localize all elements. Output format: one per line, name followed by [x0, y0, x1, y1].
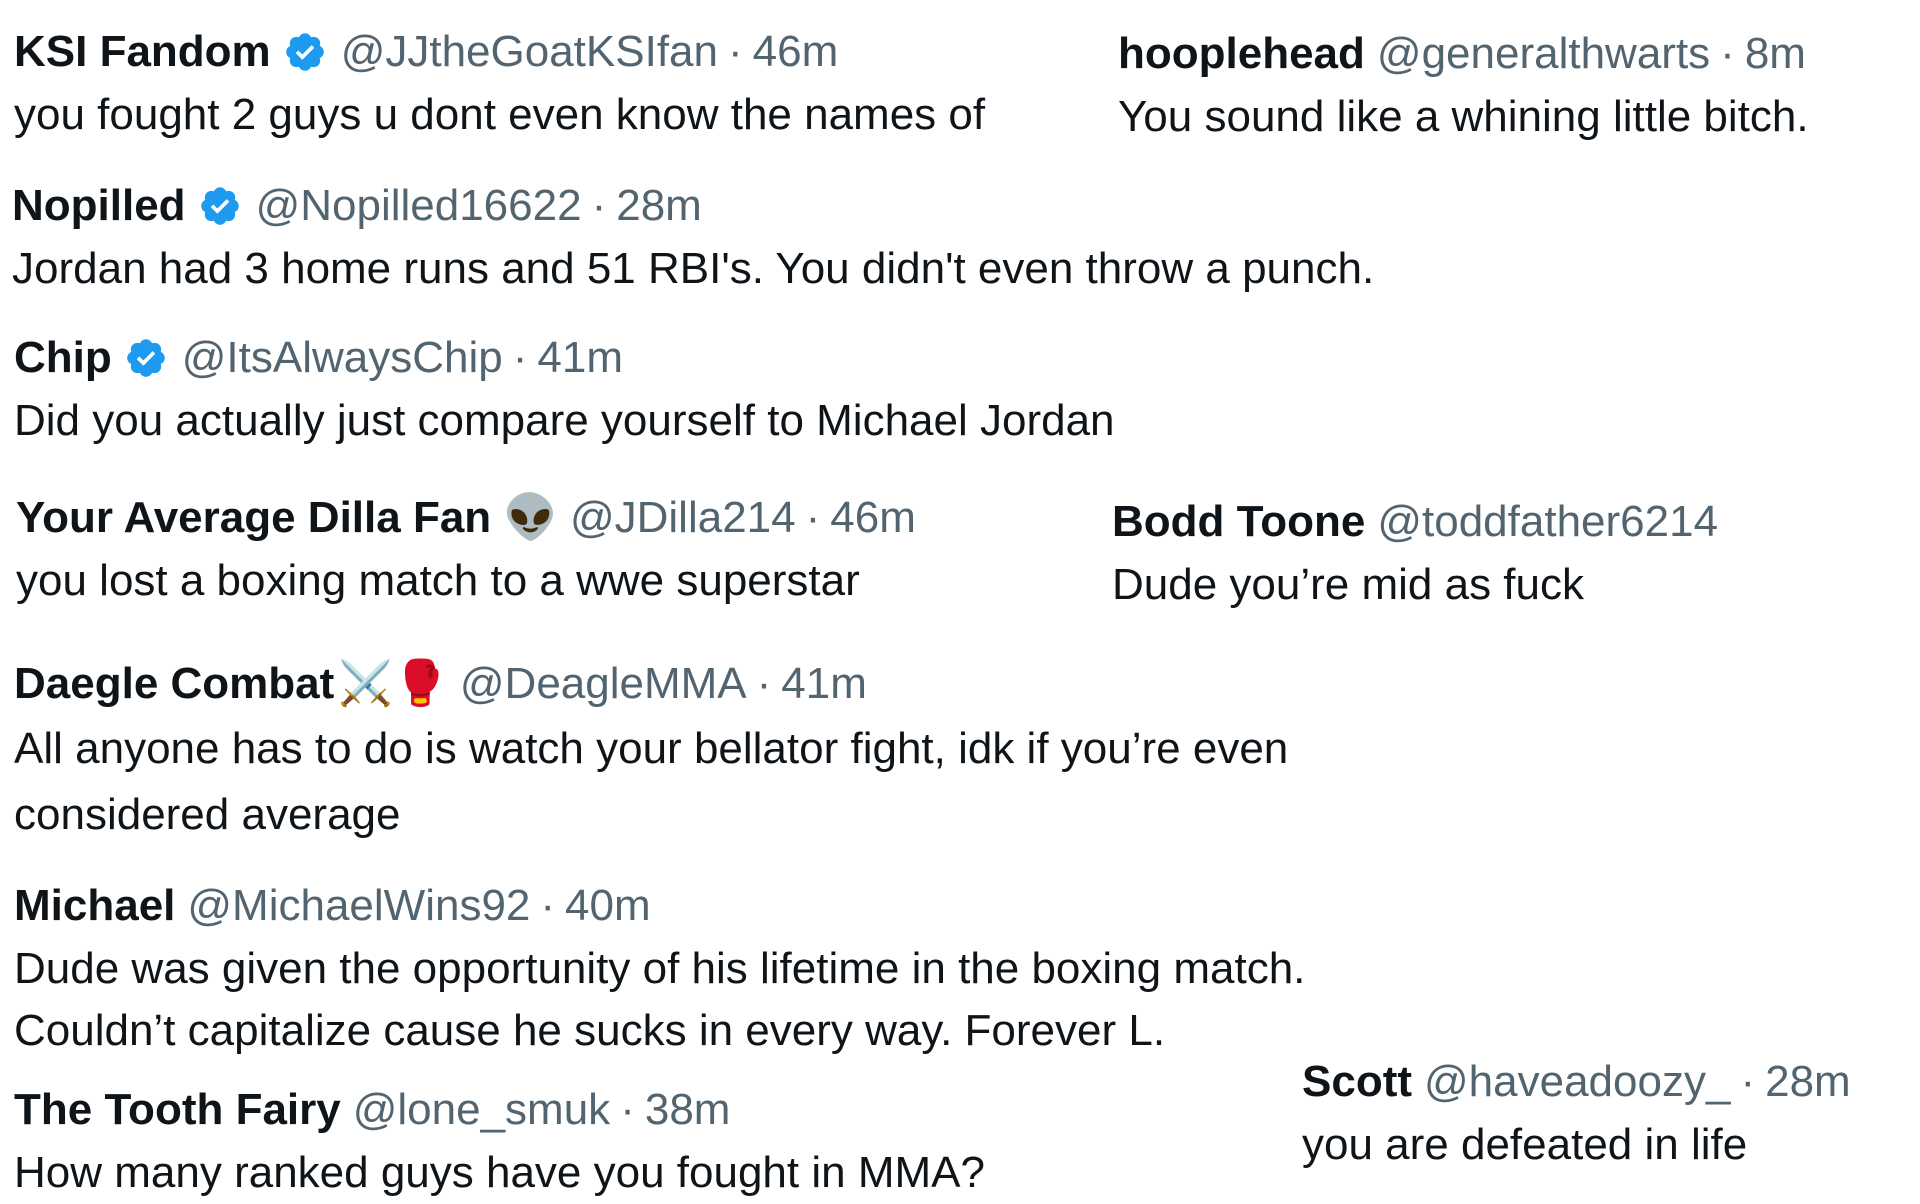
reply-text: Jordan had 3 home runs and 51 RBI's. You… — [12, 238, 1374, 300]
reply-item[interactable]: Daegle Combat ⚔️🥊 @DeagleMMA · 41m All a… — [14, 656, 1288, 848]
timestamp[interactable]: 46m — [830, 490, 916, 546]
reply-text: Dude was given the opportunity of his li… — [14, 938, 1305, 1062]
handle[interactable]: @JJtheGoatKSIfan — [341, 24, 718, 80]
timestamp[interactable]: 38m — [645, 1082, 731, 1138]
reply-header: Scott @haveadoozy_ · 28m — [1302, 1054, 1851, 1110]
reply-text-line: Dude you’re mid as fuck — [1112, 560, 1584, 609]
separator-dot: · — [1740, 1057, 1756, 1106]
reply-item[interactable]: Nopilled @Nopilled16622 · 28m Jordan had… — [12, 178, 1374, 300]
reply-header: Your Average Dilla Fan 👽 @JDilla214 · 46… — [16, 490, 916, 546]
separator-dot: · — [756, 659, 772, 708]
reply-text-line: considered average — [14, 790, 401, 839]
handle[interactable]: @MichaelWins92 — [187, 878, 530, 934]
display-name[interactable]: Michael — [14, 878, 175, 934]
reply-item[interactable]: Scott @haveadoozy_ · 28m you are defeate… — [1302, 1054, 1851, 1176]
handle[interactable]: @DeagleMMA — [460, 656, 747, 712]
timestamp[interactable]: 41m — [781, 656, 867, 712]
separator-dot: · — [540, 881, 556, 930]
reply-text-line: you are defeated in life — [1302, 1120, 1748, 1169]
handle[interactable]: @JDilla214 — [570, 490, 796, 546]
reply-item[interactable]: Bodd Toone @toddfather6214 Dude you’re m… — [1112, 494, 1718, 616]
reply-text-line: All anyone has to do is watch your bella… — [14, 724, 1289, 773]
separator-dot: · — [620, 1085, 635, 1134]
alien-emoji-icon: 👽 — [503, 493, 558, 542]
swords-boxing-glove-emoji-icon: ⚔️🥊 — [338, 659, 448, 708]
handle[interactable]: @Nopilled16622 — [256, 178, 582, 234]
separator-dot: · — [728, 27, 743, 76]
reply-text: you fought 2 guys u dont even know the n… — [14, 84, 985, 146]
reply-item[interactable]: Chip @ItsAlwaysChip · 41m Did you actual… — [14, 330, 1115, 452]
display-name[interactable]: Nopilled — [12, 178, 186, 234]
reply-text: All anyone has to do is watch your bella… — [14, 716, 1288, 848]
reply-text: you are defeated in life — [1302, 1114, 1851, 1176]
timestamp[interactable]: 8m — [1745, 26, 1806, 82]
reply-item[interactable]: Michael @MichaelWins92 · 40m Dude was gi… — [14, 878, 1305, 1062]
reply-text: you lost a boxing match to a wwe superst… — [16, 550, 916, 612]
display-name[interactable]: Scott — [1302, 1054, 1412, 1110]
reply-header: hooplehead @generalthwarts · 8m — [1118, 26, 1809, 82]
separator-dot: · — [805, 493, 821, 542]
reply-text: Did you actually just compare yourself t… — [14, 390, 1115, 452]
reply-item[interactable]: hooplehead @generalthwarts · 8m You soun… — [1118, 26, 1809, 148]
timestamp[interactable]: 28m — [1765, 1054, 1851, 1110]
timestamp[interactable]: 41m — [537, 330, 623, 386]
reply-item[interactable]: KSI Fandom @JJtheGoatKSIfan · 46m you fo… — [14, 24, 985, 146]
separator-dot: · — [591, 181, 607, 230]
timestamp[interactable]: 40m — [565, 878, 651, 934]
reply-text-line: You sound like a whining little bitch. — [1118, 92, 1809, 141]
reply-header: Michael @MichaelWins92 · 40m — [14, 878, 1305, 934]
display-name[interactable]: Bodd Toone — [1112, 494, 1365, 550]
reply-item[interactable]: Your Average Dilla Fan 👽 @JDilla214 · 46… — [16, 490, 916, 612]
display-name[interactable]: Your Average Dilla Fan — [16, 490, 491, 546]
reply-text-line: Did you actually just compare yourself t… — [14, 396, 1115, 445]
separator-dot: · — [512, 333, 528, 382]
display-name[interactable]: Chip — [14, 330, 112, 386]
reply-header: Daegle Combat ⚔️🥊 @DeagleMMA · 41m — [14, 656, 1288, 712]
handle[interactable]: @haveadoozy_ — [1424, 1054, 1730, 1110]
verified-badge-icon — [200, 187, 239, 225]
reply-text-line: you fought 2 guys u dont even know the n… — [14, 90, 986, 139]
handle[interactable]: @toddfather6214 — [1377, 494, 1718, 550]
reply-text-line: Dude was given the opportunity of his li… — [14, 944, 1306, 993]
display-name[interactable]: KSI Fandom — [14, 24, 271, 80]
reply-header: Nopilled @Nopilled16622 · 28m — [12, 178, 1374, 234]
display-name[interactable]: hooplehead — [1118, 26, 1365, 82]
verified-badge-icon — [285, 33, 324, 71]
display-name[interactable]: The Tooth Fairy — [14, 1082, 341, 1138]
reply-header: The Tooth Fairy @lone_smuk · 38m — [14, 1082, 985, 1138]
reply-text-line: Jordan had 3 home runs and 51 RBI's. You… — [12, 244, 1375, 293]
handle[interactable]: @lone_smuk — [353, 1082, 610, 1138]
reply-text: Dude you’re mid as fuck — [1112, 554, 1718, 616]
display-name[interactable]: Daegle Combat — [14, 656, 334, 712]
reply-header: Bodd Toone @toddfather6214 — [1112, 494, 1718, 550]
reply-header: Chip @ItsAlwaysChip · 41m — [14, 330, 1115, 386]
handle[interactable]: @ItsAlwaysChip — [182, 330, 503, 386]
reply-header: KSI Fandom @JJtheGoatKSIfan · 46m — [14, 24, 985, 80]
reply-text: How many ranked guys have you fought in … — [14, 1142, 985, 1204]
reply-text-line: you lost a boxing match to a wwe superst… — [16, 556, 860, 605]
handle[interactable]: @generalthwarts — [1377, 26, 1710, 82]
reply-item[interactable]: The Tooth Fairy @lone_smuk · 38m How man… — [14, 1082, 985, 1204]
reply-text-line: Couldn’t capitalize cause he sucks in ev… — [14, 1006, 1166, 1055]
reply-text: You sound like a whining little bitch. — [1118, 86, 1809, 148]
separator-dot: · — [1720, 29, 1735, 78]
reply-text-line: How many ranked guys have you fought in … — [14, 1148, 985, 1197]
timestamp[interactable]: 28m — [616, 178, 702, 234]
verified-badge-icon — [126, 339, 165, 377]
timestamp[interactable]: 46m — [753, 24, 839, 80]
